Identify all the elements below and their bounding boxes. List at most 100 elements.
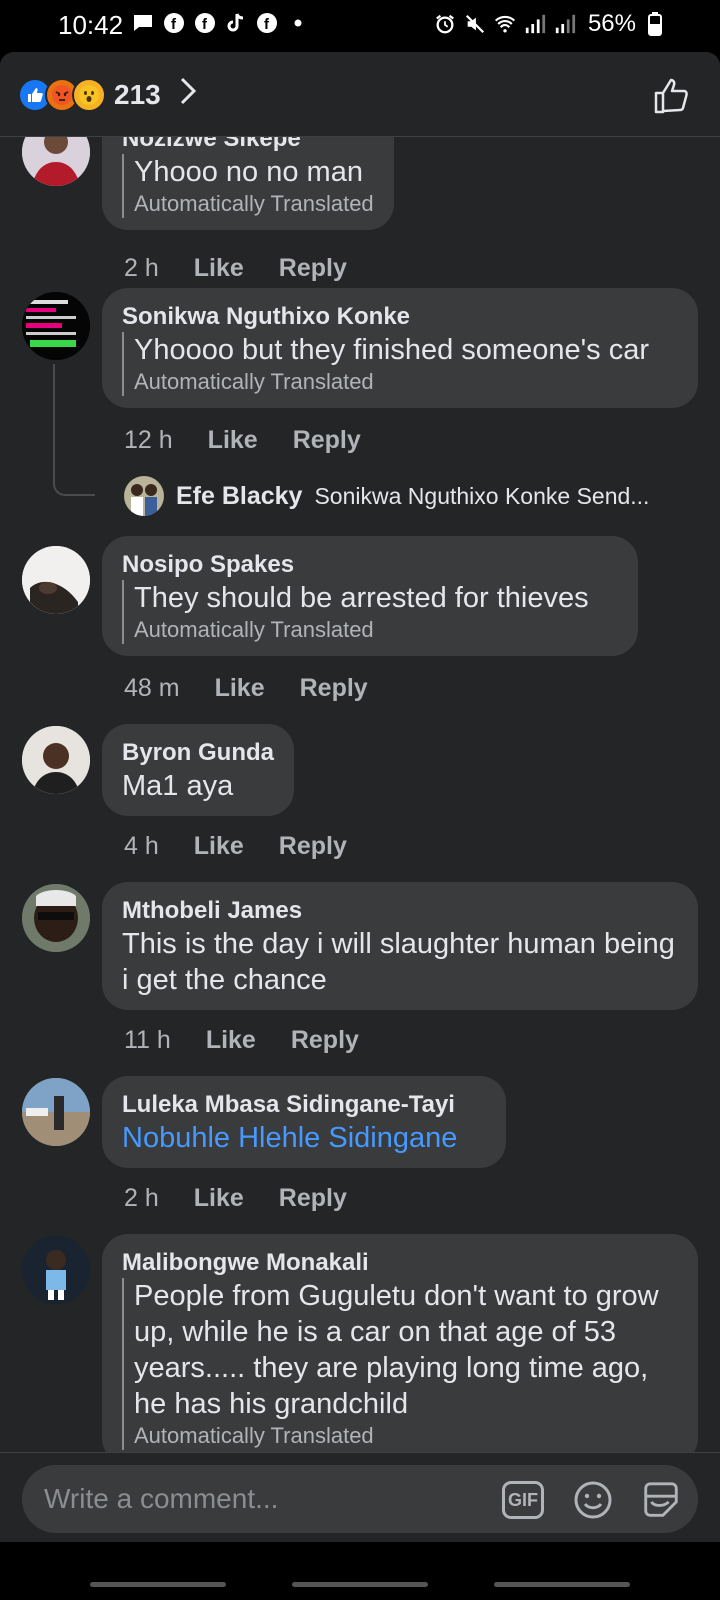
comment-time: 11 h xyxy=(124,1026,171,1054)
comment-bubble[interactable]: Malibongwe Monakali People from Guguletu… xyxy=(102,1234,698,1464)
reply-button[interactable]: Reply xyxy=(279,254,347,283)
comment-author[interactable]: Malibongwe Monakali xyxy=(122,1248,678,1278)
comment-text: This is the day i will slaughter human b… xyxy=(122,928,675,996)
signal-icon xyxy=(524,13,546,35)
status-time: 10:42 xyxy=(58,10,124,40)
comment-time: 2 h xyxy=(124,1184,159,1212)
comment-list[interactable]: Nozizwe Sikepe Yhooo no no man Automatic… xyxy=(0,136,720,1542)
avatar[interactable] xyxy=(22,136,90,186)
thumbs-up-icon[interactable] xyxy=(652,76,692,116)
avatar[interactable] xyxy=(22,884,90,952)
reply-button[interactable]: Reply xyxy=(279,832,347,861)
avatar[interactable] xyxy=(22,546,90,614)
comment-bubble[interactable]: Nosipo Spakes They should be arrested fo… xyxy=(102,536,638,656)
battery-percent: 56% xyxy=(587,10,636,37)
alarm-icon xyxy=(434,13,456,35)
comment-bubble[interactable]: Mthobeli James This is the day i will sl… xyxy=(102,882,698,1010)
like-button[interactable]: Like xyxy=(194,832,244,861)
wow-reaction-icon xyxy=(72,78,106,112)
nav-indicator[interactable] xyxy=(494,1582,630,1587)
reply-thread-line xyxy=(53,364,95,496)
translated-block: Yhooo no no man Automatically Translated xyxy=(122,154,374,218)
facebook-icon: f xyxy=(256,12,278,34)
battery-icon xyxy=(644,12,666,36)
avatar[interactable] xyxy=(22,292,90,360)
comment-text: They should be arrested for thieves xyxy=(134,582,589,614)
like-button[interactable]: Like xyxy=(194,1184,244,1213)
nav-indicator[interactable] xyxy=(292,1582,428,1587)
reply-text: Sonikwa Nguthixo Konke Send... xyxy=(314,482,650,509)
like-button[interactable]: Like xyxy=(208,426,258,455)
comment-author[interactable]: Nosipo Spakes xyxy=(122,550,618,580)
tiktok-icon xyxy=(225,12,247,34)
comment-actions: 12 h Like Reply xyxy=(124,426,361,455)
comment-time: 4 h xyxy=(124,832,159,860)
like-button[interactable]: Like xyxy=(206,1026,256,1055)
comment-actions: 2 h Like Reply xyxy=(124,254,347,283)
comment-text: Yhoooo but they finished someone's car xyxy=(134,334,649,366)
chevron-right-icon[interactable] xyxy=(179,76,197,114)
translated-block: They should be arrested for thieves Auto… xyxy=(122,580,618,644)
like-button[interactable]: Like xyxy=(215,674,265,703)
comment-author[interactable]: Sonikwa Nguthixo Konke xyxy=(122,302,678,332)
comment-bubble[interactable]: Sonikwa Nguthixo Konke Yhoooo but they f… xyxy=(102,288,698,408)
comment-time: 2 h xyxy=(124,254,159,282)
reply-preview[interactable]: Efe Blacky Sonikwa Nguthixo Konke Send..… xyxy=(124,476,649,516)
translated-note[interactable]: Automatically Translated xyxy=(134,190,374,218)
emoji-icon[interactable] xyxy=(572,1479,614,1521)
comment-actions: 48 m Like Reply xyxy=(124,674,368,703)
translated-note[interactable]: Automatically Translated xyxy=(134,368,678,396)
reply-button[interactable]: Reply xyxy=(279,1184,347,1213)
message-icon xyxy=(132,12,154,34)
comment-author[interactable]: Byron Gunda xyxy=(122,738,274,768)
comments-screen: 213 Nozizwe Sikepe Yhooo no no man Autom… xyxy=(0,52,720,1542)
comment-text: Ma1 aya xyxy=(122,770,234,802)
reply-author: Efe Blacky xyxy=(176,481,303,510)
translated-block: Yhoooo but they finished someone's car A… xyxy=(122,332,678,396)
reply-button[interactable]: Reply xyxy=(293,426,361,455)
dot-icon xyxy=(287,12,309,34)
comment-text: People from Guguletu don't want to grow … xyxy=(134,1280,659,1420)
notification-icons: f f f xyxy=(132,12,309,34)
reply-button[interactable]: Reply xyxy=(291,1026,359,1055)
avatar[interactable] xyxy=(22,1078,90,1146)
status-bar: 10:42 f f f 56% xyxy=(0,0,720,52)
avatar xyxy=(124,476,164,516)
system-nav-bar xyxy=(0,1542,720,1600)
signal-icon xyxy=(554,13,576,35)
comment-time: 12 h xyxy=(124,426,173,454)
comment-author[interactable]: Mthobeli James xyxy=(122,896,678,926)
avatar[interactable] xyxy=(22,726,90,794)
wifi-icon xyxy=(494,13,516,35)
comment-input-placeholder[interactable]: Write a comment... xyxy=(44,1483,278,1515)
system-icons: 56% xyxy=(434,10,666,38)
comment-author[interactable]: Nozizwe Sikepe xyxy=(122,136,374,154)
reactions-header: 213 xyxy=(0,52,720,137)
reply-button[interactable]: Reply xyxy=(300,674,368,703)
comment-bubble[interactable]: Nozizwe Sikepe Yhooo no no man Automatic… xyxy=(102,136,394,230)
comment-bubble[interactable]: Luleka Mbasa Sidingane-Tayi Nobuhle Hleh… xyxy=(102,1076,506,1168)
nav-indicator[interactable] xyxy=(90,1582,226,1587)
comment-actions: 4 h Like Reply xyxy=(124,832,347,861)
comment-time: 48 m xyxy=(124,674,180,702)
translated-block: People from Guguletu don't want to grow … xyxy=(122,1278,678,1450)
comment-bubble[interactable]: Byron Gunda Ma1 aya xyxy=(102,724,294,816)
translated-note[interactable]: Automatically Translated xyxy=(134,616,618,644)
mute-icon xyxy=(464,13,486,35)
comment-composer: Write a comment... GIF xyxy=(0,1452,720,1543)
avatar[interactable] xyxy=(22,1236,90,1304)
comment-actions: 2 h Like Reply xyxy=(124,1184,347,1213)
reactions-summary[interactable]: 213 xyxy=(18,76,197,114)
sticker-icon[interactable] xyxy=(640,1479,682,1521)
comment-input[interactable]: Write a comment... GIF xyxy=(22,1465,698,1533)
comment-author[interactable]: Luleka Mbasa Sidingane-Tayi xyxy=(122,1090,486,1120)
facebook-icon: f xyxy=(163,12,185,34)
comment-actions: 11 h Like Reply xyxy=(124,1026,359,1055)
comment-text: Yhooo no no man xyxy=(134,156,363,188)
facebook-icon: f xyxy=(194,12,216,34)
tagged-user-link[interactable]: Nobuhle Hlehle Sidingane xyxy=(122,1120,486,1156)
like-button[interactable]: Like xyxy=(194,254,244,283)
reaction-count: 213 xyxy=(114,79,161,110)
gif-icon[interactable]: GIF xyxy=(502,1481,544,1519)
translated-note[interactable]: Automatically Translated xyxy=(134,1422,678,1450)
